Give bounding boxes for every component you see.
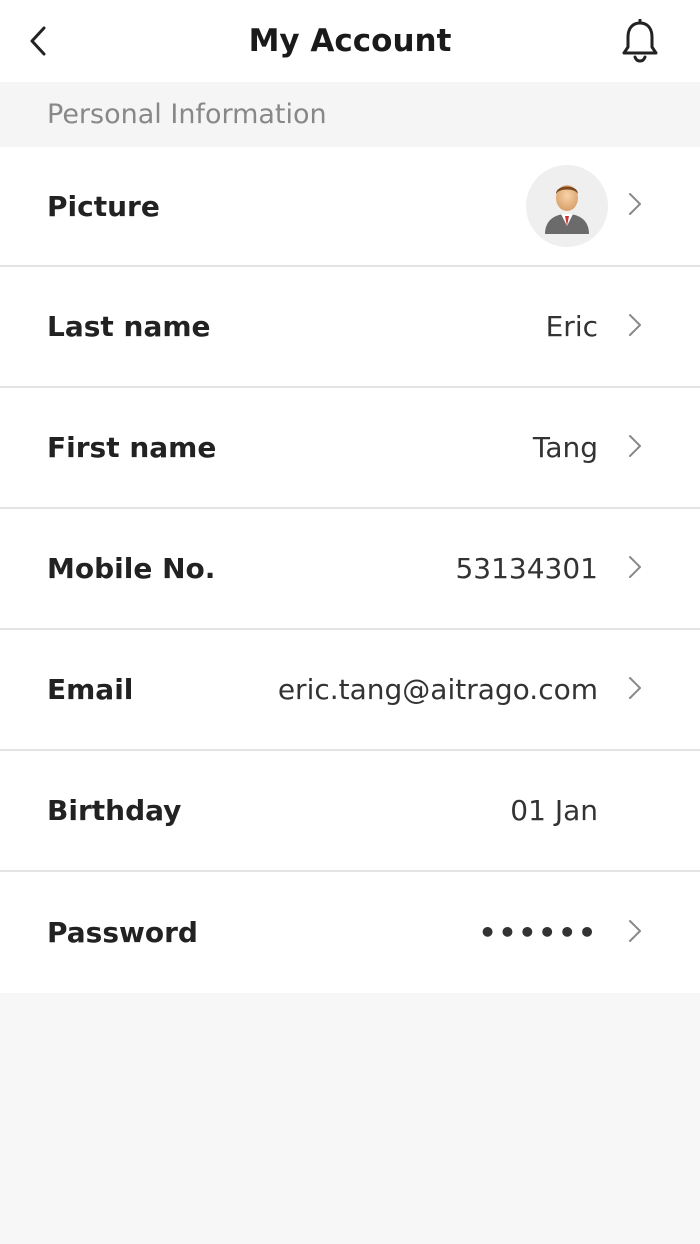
row-label: Birthday: [47, 794, 182, 827]
section-header-personal-info: Personal Information: [0, 82, 700, 147]
row-label: First name: [47, 431, 217, 464]
password-mask: ••••••: [478, 916, 598, 949]
top-bar: My Account: [0, 0, 700, 82]
row-password[interactable]: Password ••••••: [0, 872, 700, 993]
chevron-right-icon: [629, 313, 641, 336]
page-title: My Account: [248, 23, 452, 59]
chevron-right-icon: [629, 676, 641, 699]
row-label: Last name: [47, 310, 211, 343]
row-label: Email: [47, 673, 134, 706]
row-value: 01 Jan: [510, 794, 598, 827]
chevron-right-icon: [629, 555, 641, 578]
row-label: Password: [47, 916, 198, 949]
notifications-button[interactable]: [616, 16, 664, 66]
row-value: Eric: [545, 310, 598, 343]
row-mobile-no[interactable]: Mobile No. 53134301: [0, 509, 700, 630]
row-first-name[interactable]: First name Tang: [0, 388, 700, 509]
user-avatar-icon: [545, 185, 589, 234]
row-value: eric.tang@aitrago.com: [277, 673, 598, 706]
bell-icon: [622, 19, 658, 63]
row-last-name[interactable]: Last name Eric: [0, 267, 700, 388]
chevron-right-icon: [629, 434, 641, 457]
row-label: Mobile No.: [47, 552, 216, 585]
personal-info-list: Picture Last name Eric First name Tang M…: [0, 147, 700, 993]
row-value: Tang: [532, 431, 598, 464]
avatar[interactable]: [526, 165, 608, 247]
row-value: 53134301: [455, 552, 598, 585]
row-picture[interactable]: Picture: [0, 147, 700, 267]
chevron-right-icon: [629, 193, 641, 215]
row-email[interactable]: Email eric.tang@aitrago.com: [0, 630, 700, 751]
row-label: Picture: [47, 189, 160, 223]
chevron-right-icon: [629, 919, 641, 942]
row-birthday: Birthday 01 Jan: [0, 751, 700, 872]
